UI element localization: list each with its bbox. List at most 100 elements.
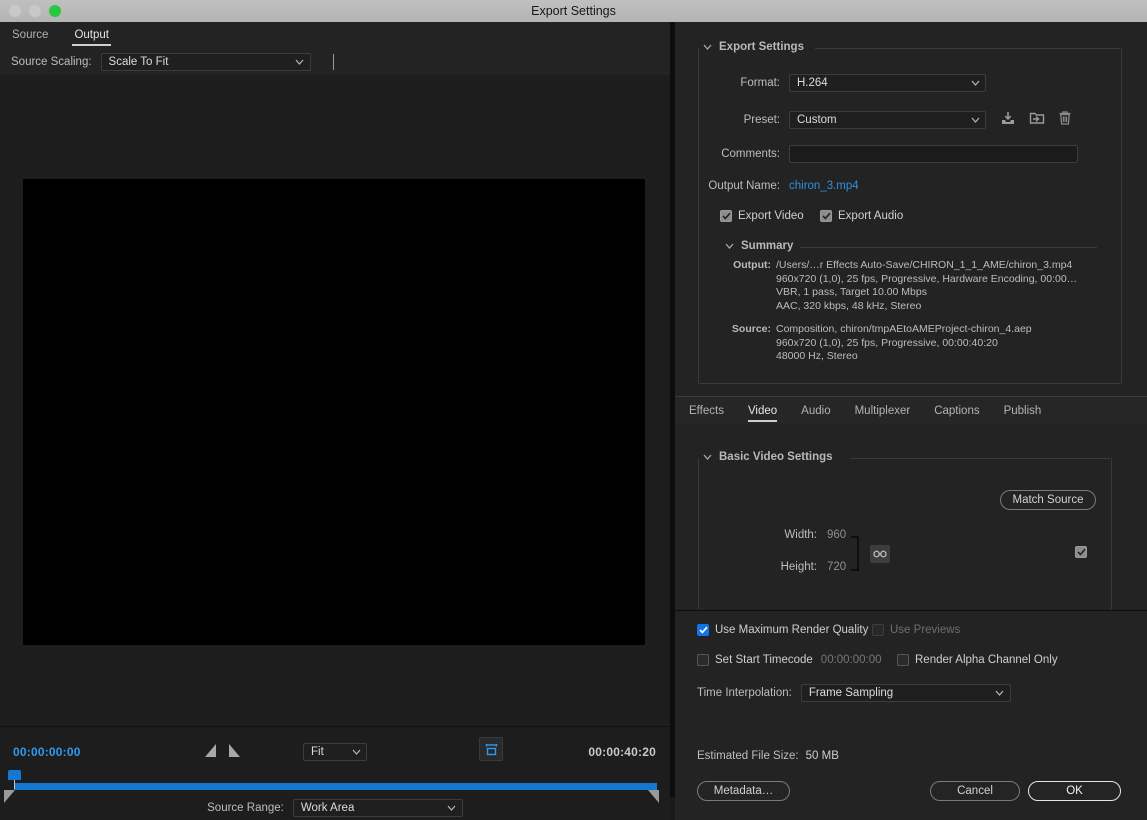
current-timecode[interactable]: 00:00:00:00 [13,745,81,759]
delete-preset-icon[interactable] [1058,110,1072,129]
summary-output-row: Output: /Users/…r Effects Auto-Save/CHIR… [719,259,1119,313]
chevron-down-icon[interactable] [703,44,712,50]
time-interpolation-select[interactable]: Frame Sampling [800,684,1011,702]
estimated-file-size-row: Estimated File Size: 50 MB [697,750,839,762]
format-select[interactable]: H.264 [789,74,986,92]
checkbox-unchecked-icon [872,624,884,636]
summary-source-line: 48000 Hz, Stereo [776,350,858,362]
mark-out-icon[interactable] [229,744,240,757]
width-height-checkbox[interactable] [1075,546,1087,558]
tab-captions[interactable]: Captions [934,400,979,422]
checkbox-checked-icon [720,210,732,222]
settings-tabbar: Effects Video Audio Multiplexer Captions… [675,396,1147,425]
summary-output-line: VBR, 1 pass, Target 10.00 Mbps [776,286,927,298]
text-caret [333,54,334,70]
checkbox-checked-icon [697,624,709,636]
video-preview-canvas[interactable] [23,179,645,645]
tab-publish[interactable]: Publish [1004,400,1042,422]
summary-output-line: AAC, 320 kbps, 48 kHz, Stereo [776,299,922,312]
source-range-icon[interactable] [479,737,503,761]
ok-button[interactable]: OK [1028,781,1121,801]
export-settings-section: Export Settings Format: H.264 Preset: Cu… [675,22,1147,395]
estimated-file-size-label: Estimated File Size: [697,750,799,762]
output-name-link[interactable]: chiron_3.mp4 [789,180,859,192]
link-icon[interactable] [870,545,890,563]
height-row: Height: 720 [675,561,1115,573]
checkbox-unchecked-icon [897,654,909,666]
preview-tabbar: Source Output [0,22,680,50]
summary-group-title[interactable]: Summary [725,240,801,252]
height-label: Height: [780,561,817,573]
metadata-button[interactable]: Metadata… [697,781,790,801]
transport-bar: 00:00:00:00 Fit 00:00:40:20 Source Range… [0,726,670,820]
source-scaling-label: Source Scaling: [11,56,92,68]
chevron-down-icon[interactable] [725,243,734,249]
output-name-row: Output Name: chiron_3.mp4 [675,180,1115,192]
mark-in-icon[interactable] [205,744,216,757]
export-settings-window: Export Settings Source Output Source Sca… [0,0,1147,820]
export-video-checkbox[interactable]: Export Video [720,210,804,222]
export-audio-label: Export Audio [838,210,904,222]
window-title: Export Settings [531,4,616,18]
render-alpha-channel-only-label: Render Alpha Channel Only [915,654,1058,666]
source-range-select[interactable]: Work Area [292,798,463,817]
export-audio-checkbox[interactable]: Export Audio [820,210,903,222]
zoom-level-select[interactable]: Fit [303,743,367,761]
save-preset-icon[interactable] [1000,110,1016,129]
width-row: Width: 960 [675,529,1115,541]
use-max-render-quality-checkbox[interactable]: Use Maximum Render Quality [697,624,868,636]
match-source-button[interactable]: Match Source [1000,490,1096,510]
chevron-down-icon[interactable] [703,454,712,460]
summary-source-row: Source: Composition, chiron/tmpAEtoAMEPr… [719,323,1119,364]
summary-source-key: Source: [731,323,771,335]
playhead[interactable] [8,770,21,789]
width-value[interactable]: 960 [827,529,846,541]
basic-video-title-text: Basic Video Settings [719,451,833,463]
chevron-down-icon [350,744,362,760]
preview-area[interactable] [0,75,670,726]
format-row: Format: H.264 [675,74,1105,92]
settings-panel: Export Settings Format: H.264 Preset: Cu… [675,22,1147,820]
source-scaling-row: Source Scaling: Scale To Fit [0,49,681,76]
summary-source-values: Composition, chiron/tmpAEtoAMEProject-ch… [776,323,1032,364]
work-area-bar[interactable] [14,783,657,790]
comments-label: Comments: [721,148,780,160]
import-preset-icon[interactable] [1029,110,1045,129]
tab-output[interactable]: Output [72,25,111,46]
use-previews-label: Use Previews [890,624,961,636]
checkbox-checked-icon [820,210,832,222]
export-video-label: Export Video [738,210,804,222]
start-timecode-value[interactable]: 00:00:00:00 [821,654,882,666]
cancel-button[interactable]: Cancel [930,781,1020,801]
zoom-level-value: Fit [311,746,324,758]
duration-timecode: 00:00:40:20 [588,745,656,759]
height-value[interactable]: 720 [827,561,846,573]
source-range-row: Source Range: Work Area [0,795,670,820]
comments-input[interactable] [789,145,1078,163]
group-title-text: Export Settings [719,41,804,53]
tab-multiplexer[interactable]: Multiplexer [855,400,911,422]
estimated-file-size-value: 50 MB [805,750,839,762]
summary-source-line: 960x720 (1,0), 25 fps, Progressive, 00:0… [776,336,998,349]
preset-label: Preset: [743,113,780,126]
export-settings-group-title[interactable]: Export Settings [703,41,811,53]
basic-video-group-title[interactable]: Basic Video Settings [703,451,840,463]
tab-audio[interactable]: Audio [801,400,830,422]
render-alpha-channel-only-checkbox[interactable]: Render Alpha Channel Only [897,654,1058,666]
set-start-timecode-label: Set Start Timecode [715,654,813,666]
format-value: H.264 [797,77,828,89]
summary-content: Output: /Users/…r Effects Auto-Save/CHIR… [719,259,1119,364]
set-start-timecode-checkbox[interactable]: Set Start Timecode 00:00:00:00 [697,654,882,666]
tab-effects[interactable]: Effects [689,400,724,422]
source-scaling-select[interactable]: Scale To Fit [100,53,311,71]
source-range-value: Work Area [300,801,355,814]
summary-output-line: 960x720 (1,0), 25 fps, Progressive, Hard… [776,272,1078,285]
tab-video[interactable]: Video [747,400,778,422]
link-bracket [851,536,859,571]
use-max-render-quality-label: Use Maximum Render Quality [715,624,869,636]
chevron-down-icon [446,800,458,816]
in-out-marks [205,744,240,757]
tab-source[interactable]: Source [10,25,50,46]
render-options-section: Use Maximum Render Quality Use Previews … [675,610,1147,820]
preset-select[interactable]: Custom [789,110,986,129]
